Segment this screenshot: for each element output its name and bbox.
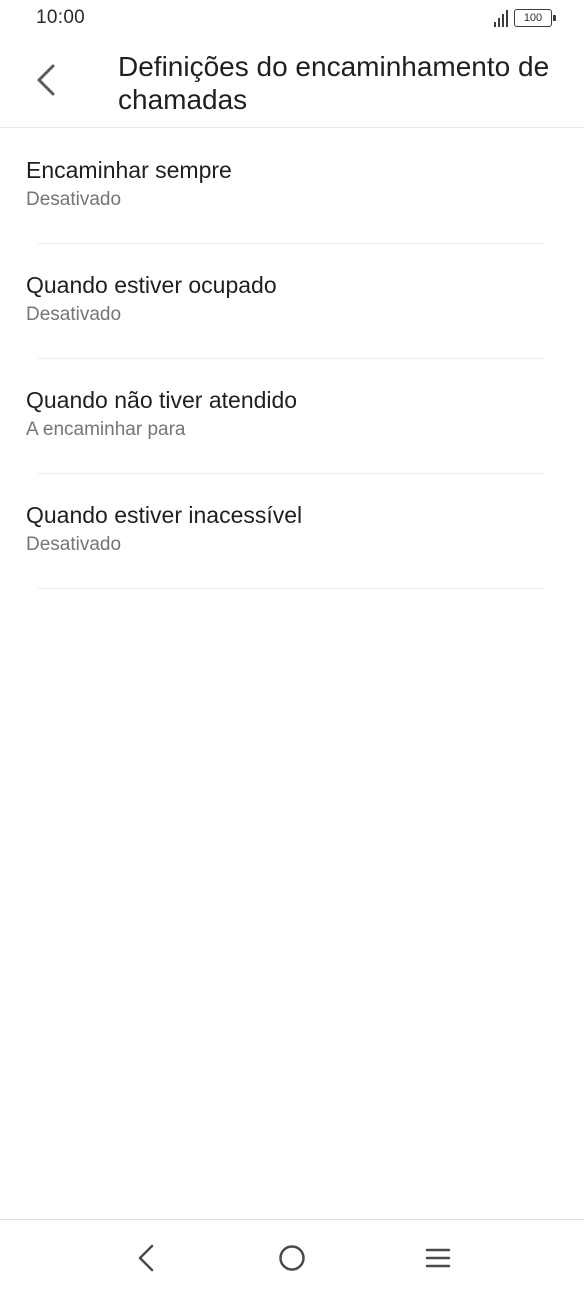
option-title: Quando estiver ocupado	[26, 272, 277, 298]
forwarding-options-list: Encaminhar sempre Desativado Quando esti…	[0, 129, 584, 589]
nav-menu-button[interactable]	[414, 1234, 462, 1282]
nav-menu-icon	[425, 1248, 451, 1268]
signal-icon	[494, 9, 508, 27]
option-when-unreachable[interactable]: Quando estiver inacessível Desativado	[0, 474, 584, 589]
status-time: 10:00	[36, 7, 86, 28]
battery-level: 100	[523, 12, 543, 24]
nav-back-button[interactable]	[122, 1234, 170, 1282]
chevron-left-icon	[37, 64, 55, 96]
option-title: Quando estiver inacessível	[26, 502, 303, 528]
option-when-unanswered[interactable]: Quando não tiver atendido A encaminhar p…	[0, 359, 584, 474]
app-header: Definições do encaminhamento de chamadas	[0, 38, 584, 128]
status-bar: 10:00 100	[0, 0, 584, 38]
page-title: Definições do encaminhamento de chamadas	[118, 51, 550, 115]
option-status: Desativado	[26, 534, 122, 555]
back-button[interactable]	[20, 50, 72, 110]
nav-home-icon	[279, 1245, 305, 1271]
nav-back-icon	[138, 1244, 154, 1272]
option-title: Quando não tiver atendido	[26, 387, 298, 413]
option-title: Encaminhar sempre	[26, 157, 232, 183]
battery-icon: 100	[514, 9, 556, 27]
option-status: Desativado	[26, 304, 122, 325]
nav-home-button[interactable]	[268, 1234, 316, 1282]
option-when-busy[interactable]: Quando estiver ocupado Desativado	[0, 244, 584, 359]
option-always-forward[interactable]: Encaminhar sempre Desativado	[0, 129, 584, 244]
status-icons: 100	[494, 9, 556, 27]
divider	[38, 588, 544, 589]
option-status: Desativado	[26, 189, 122, 210]
screen: 10:00 100 Definições do encaminhamento d…	[0, 0, 584, 1297]
navigation-bar	[0, 1219, 584, 1297]
option-status: A encaminhar para	[26, 419, 186, 440]
